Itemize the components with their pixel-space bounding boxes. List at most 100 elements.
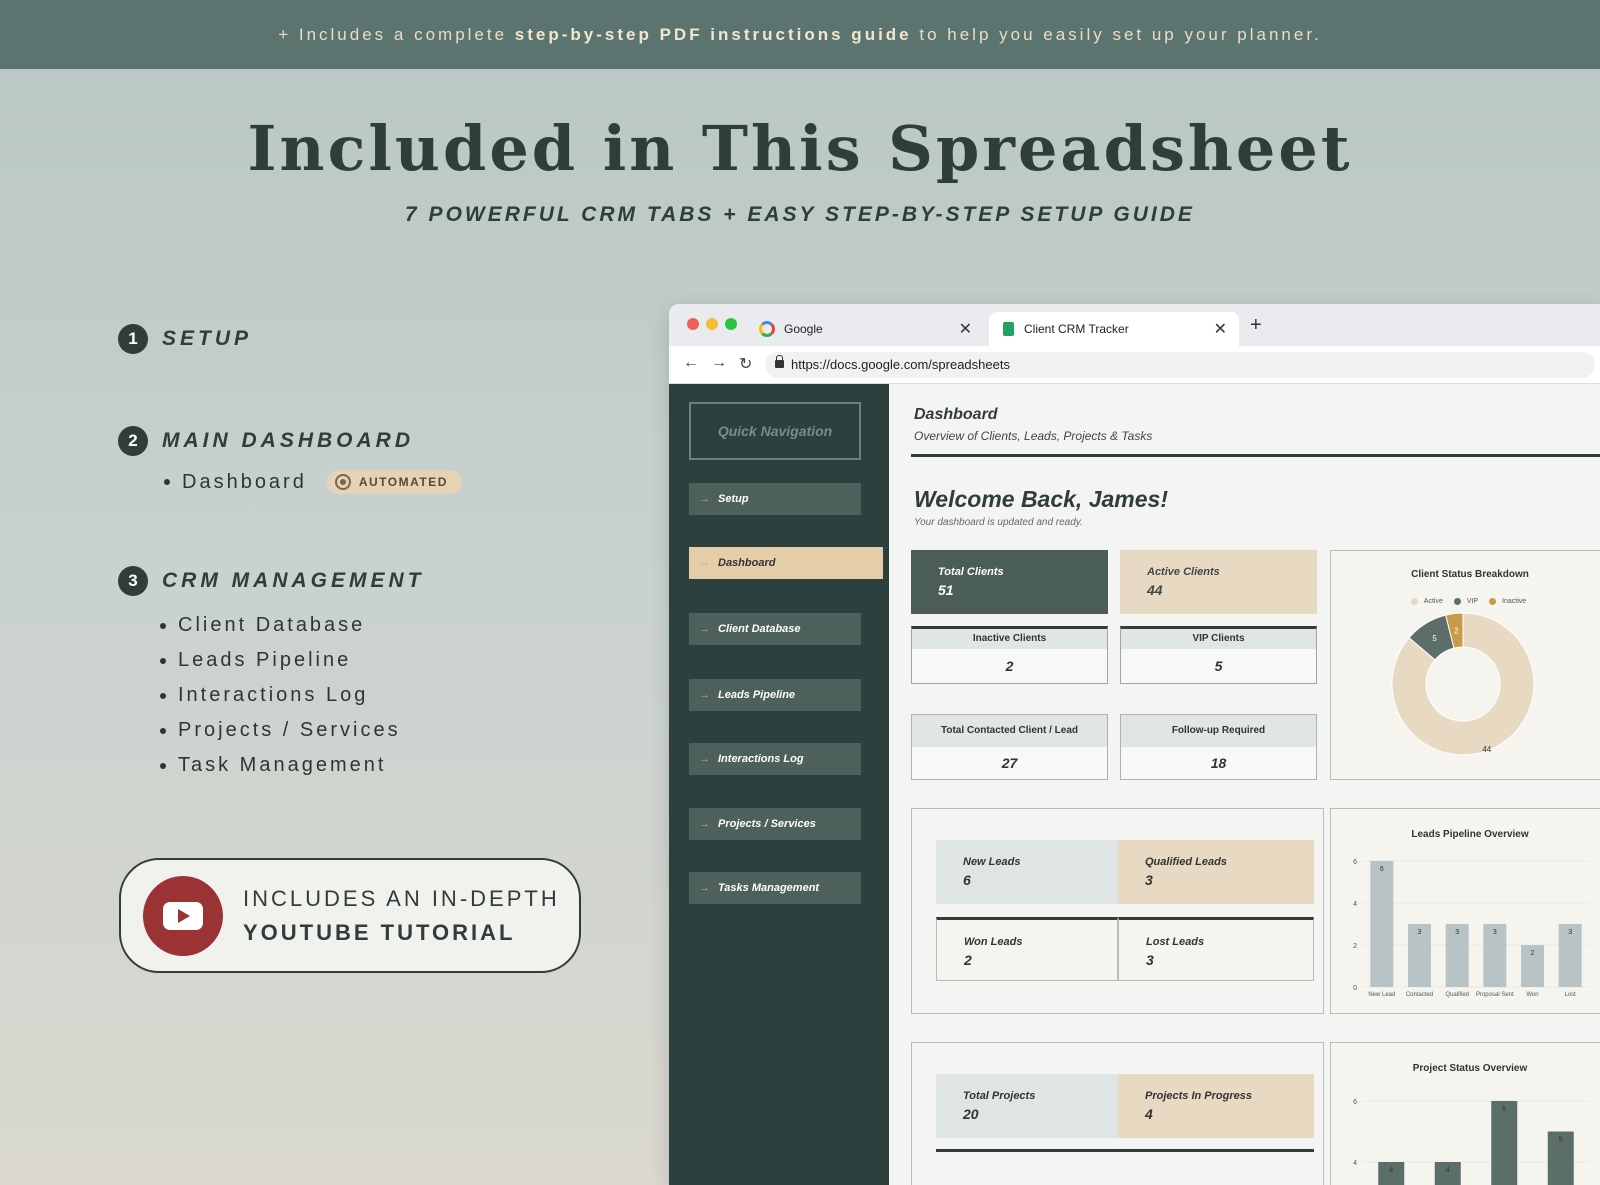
url-field[interactable]: https://docs.google.com/spreadsheets bbox=[765, 352, 1595, 378]
section-title: SETUP bbox=[162, 327, 253, 350]
followup-required-card: Follow-up Required 18 bbox=[1120, 714, 1317, 780]
back-arrow-icon[interactable]: ← bbox=[683, 354, 699, 372]
bullet-icon bbox=[160, 692, 166, 699]
quick-navigation-sidebar: Quick Navigation → Setup → Dashboard → Clie… bbox=[669, 384, 889, 1185]
total-clients-card: Total Clients 51 bbox=[911, 550, 1108, 614]
y-tick-label: 6 bbox=[1353, 1099, 1357, 1106]
leads-cards-panel: New Leads 6 Qualified Leads 3 Won Leads … bbox=[911, 808, 1324, 1014]
projects-in-progress-card: Projects In Progress 4 bbox=[1118, 1074, 1314, 1138]
sidebar-item-label: Client Database bbox=[718, 623, 801, 635]
card-value: 2 bbox=[964, 952, 972, 968]
welcome-heading: Welcome Back, James! bbox=[914, 486, 1168, 512]
bar-data-label: 6 bbox=[1502, 1106, 1506, 1113]
bullet-icon bbox=[160, 727, 166, 734]
slice-data-label: 2 bbox=[1454, 626, 1459, 635]
x-tick-label: Qualified bbox=[1445, 992, 1469, 998]
arrow-right-icon: → bbox=[699, 689, 710, 701]
card-value: 2 bbox=[1005, 658, 1014, 674]
list-item: Dashboard AUTOMATED bbox=[164, 470, 462, 494]
card-value: 18 bbox=[1210, 755, 1227, 771]
window-controls bbox=[687, 318, 744, 330]
list-item: Projects / Services bbox=[160, 719, 424, 742]
arrow-right-icon: → bbox=[699, 623, 710, 635]
divider bbox=[911, 454, 1600, 457]
section-crm-management: 3 CRM MANAGEMENT Client Database Leads P… bbox=[118, 566, 424, 789]
section-main-dashboard: 2 MAIN DASHBOARD Dashboard AUTOMATED bbox=[118, 426, 462, 506]
y-tick-label: 2 bbox=[1353, 943, 1357, 950]
card-value: 3 bbox=[1145, 872, 1153, 888]
y-tick-label: 4 bbox=[1353, 1160, 1357, 1167]
card-value: 4 bbox=[1145, 1106, 1153, 1122]
bullet-icon bbox=[160, 622, 166, 629]
automated-badge: AUTOMATED bbox=[326, 470, 462, 494]
close-icon[interactable]: ✕ bbox=[1214, 319, 1227, 339]
tab-client-crm-tracker[interactable]: Client CRM Tracker ✕ bbox=[989, 312, 1239, 346]
url-text: https://docs.google.com/spreadsheets bbox=[791, 357, 1010, 372]
close-window-button[interactable] bbox=[687, 318, 699, 330]
banner-suffix: to help you easily set up your planner. bbox=[911, 25, 1322, 44]
sidebar-item-interactions-log[interactable]: → Interactions Log bbox=[689, 743, 861, 775]
card-label: VIP Clients bbox=[1121, 629, 1316, 649]
new-leads-card: New Leads 6 bbox=[936, 840, 1118, 904]
list-item-label: Client Database bbox=[178, 614, 366, 636]
arrow-right-icon: → bbox=[699, 818, 710, 830]
client-status-donut-chart: 5 2 44 bbox=[1391, 612, 1535, 756]
arrow-right-icon: → bbox=[699, 753, 710, 765]
bar-data-label: 2 bbox=[1531, 950, 1535, 957]
section-number: 1 bbox=[118, 324, 148, 354]
bar-data-label: 5 bbox=[1559, 1137, 1563, 1144]
x-tick-label: Proposal Sent bbox=[1476, 992, 1514, 998]
x-tick-label: New Lead bbox=[1368, 992, 1395, 998]
bar-data-label: 4 bbox=[1446, 1167, 1450, 1174]
y-tick-label: 0 bbox=[1353, 985, 1357, 992]
card-value: 5 bbox=[1214, 658, 1223, 674]
list-item: Task Management bbox=[160, 754, 424, 777]
list-item: Interactions Log bbox=[160, 684, 424, 707]
list-item-label: Leads Pipeline bbox=[178, 649, 352, 671]
card-label: Lost Leads bbox=[1146, 936, 1205, 948]
card-label: Total Contacted Client / Lead bbox=[912, 715, 1107, 747]
reload-icon[interactable]: ↻ bbox=[739, 354, 752, 374]
sidebar-item-dashboard[interactable]: → Dashboard bbox=[689, 547, 883, 579]
project-status-panel: Project Status Overview 464465 bbox=[1330, 1042, 1600, 1185]
sidebar-item-label: Leads Pipeline bbox=[718, 689, 796, 701]
youtube-icon bbox=[143, 875, 223, 956]
bar-data-label: 3 bbox=[1418, 929, 1422, 936]
dashboard-subtitle: Overview of Clients, Leads, Projects & T… bbox=[914, 429, 1153, 443]
dashboard-content: Dashboard Overview of Clients, Leads, Pr… bbox=[889, 384, 1600, 1185]
sidebar-item-label: Tasks Management bbox=[718, 882, 820, 894]
card-label: Total Clients bbox=[938, 566, 1004, 578]
bar bbox=[1370, 861, 1394, 987]
minimize-window-button[interactable] bbox=[706, 318, 718, 330]
tab-google[interactable]: Google ✕ bbox=[759, 312, 984, 346]
card-value: 27 bbox=[1001, 755, 1018, 771]
sidebar-item-tasks-management[interactable]: → Tasks Management bbox=[689, 872, 861, 904]
sidebar-item-setup[interactable]: → Setup bbox=[689, 483, 861, 515]
sidebar-item-leads-pipeline[interactable]: → Leads Pipeline bbox=[689, 679, 861, 711]
badge-label: AUTOMATED bbox=[358, 475, 448, 489]
spreadsheet-app: Quick Navigation → Setup → Dashboard → Clie… bbox=[669, 384, 1600, 1185]
project-status-bar-chart: 4 6 4 4 6 5 bbox=[1353, 1099, 1589, 1185]
lock-icon bbox=[775, 355, 784, 368]
new-tab-button[interactable]: + bbox=[1250, 314, 1262, 337]
card-label: Won Leads bbox=[964, 936, 1023, 948]
maximize-window-button[interactable] bbox=[725, 318, 737, 330]
forward-arrow-icon[interactable]: → bbox=[711, 354, 727, 372]
client-status-panel: Client Status Breakdown Active VIP Inact… bbox=[1330, 550, 1600, 780]
bullet-icon bbox=[160, 657, 166, 664]
top-banner: + Includes a complete step-by-step PDF i… bbox=[0, 0, 1600, 69]
sheets-icon bbox=[1003, 322, 1014, 336]
sidebar-item-label: Setup bbox=[718, 493, 749, 505]
close-icon[interactable]: ✕ bbox=[959, 319, 972, 339]
section-number: 3 bbox=[118, 566, 148, 596]
section-title: CRM MANAGEMENT bbox=[162, 569, 425, 592]
slice-data-label: 44 bbox=[1482, 745, 1491, 754]
youtube-tutorial-box: INCLUDES AN IN-DEPTH YOUTUBE TUTORIAL bbox=[119, 858, 581, 973]
sidebar-item-client-database[interactable]: → Client Database bbox=[689, 613, 861, 645]
card-label: New Leads bbox=[963, 856, 1021, 868]
x-tick-label: Won bbox=[1526, 992, 1538, 998]
list-item-label: Task Management bbox=[178, 754, 387, 776]
sidebar-item-projects-services[interactable]: → Projects / Services bbox=[689, 808, 861, 840]
arrow-right-icon: → bbox=[699, 493, 710, 505]
welcome-subtitle: Your dashboard is updated and ready. bbox=[914, 517, 1083, 528]
